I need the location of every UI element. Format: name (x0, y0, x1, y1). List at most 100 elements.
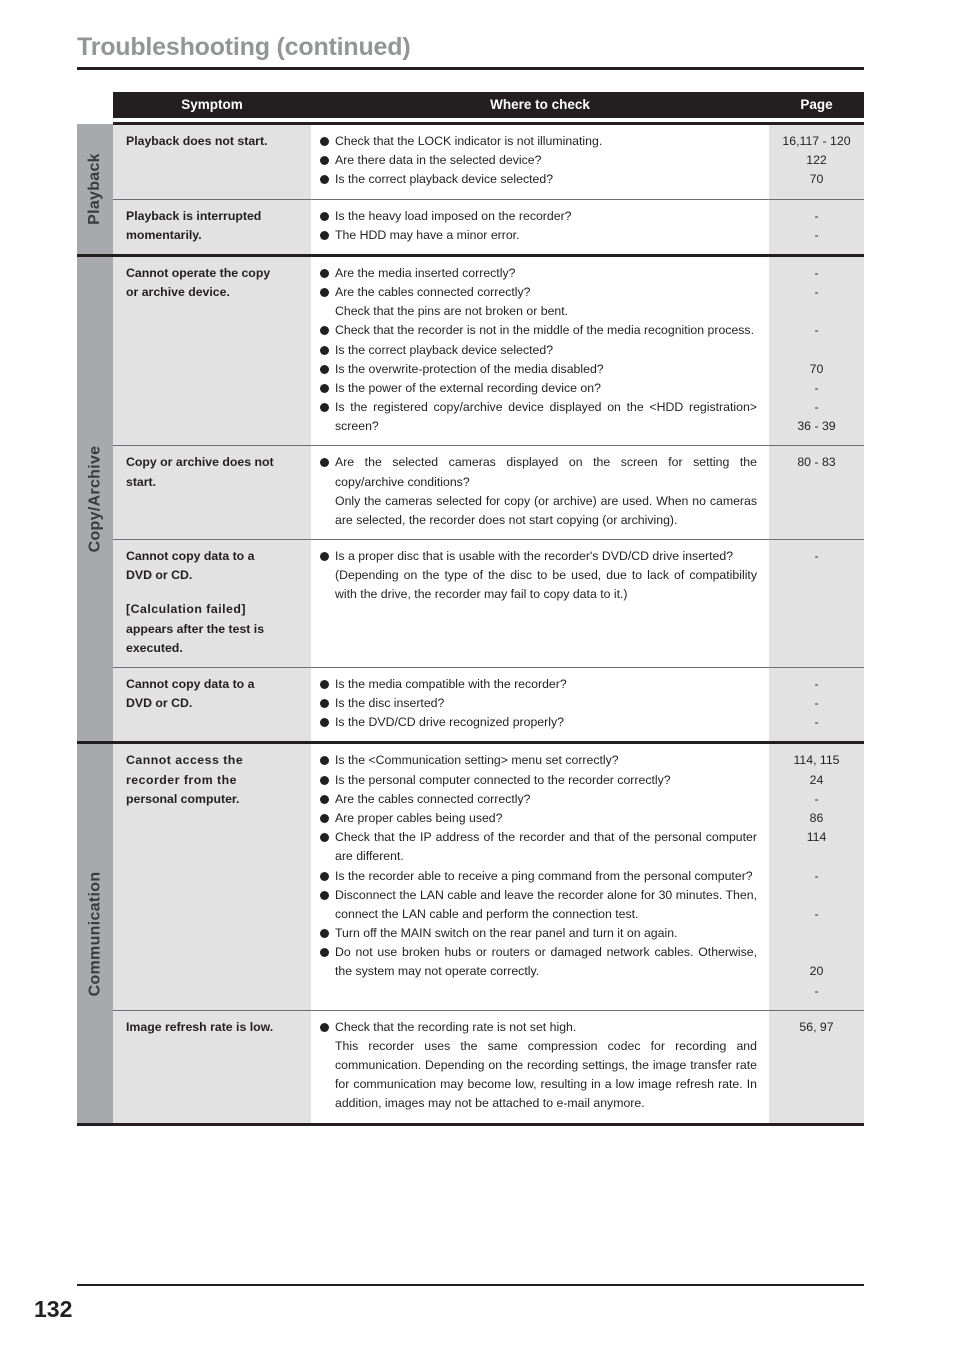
page-ref: - (814, 715, 819, 730)
check-text: Are there data in the selected device? (335, 153, 542, 168)
symptom-line: executed. (126, 640, 183, 655)
table-row: Copy or archive does not start. Are the … (77, 445, 864, 540)
section-label-text: Communication (86, 871, 104, 996)
page-ref: 20 (809, 964, 824, 979)
where-to-check-cell: Is the <Communication setting> menu set … (311, 741, 769, 1011)
check-text: Check that the IP address of the recorde… (335, 830, 757, 864)
page-ref: 24 (809, 772, 824, 787)
symptom-line: [Calculation failed] (126, 602, 246, 617)
where-to-check-cell: Check that the LOCK indicator is not ill… (311, 122, 769, 200)
table-row: Playback Playback does not start. Check … (77, 122, 864, 256)
where-to-check-cell: Is the heavy load imposed on the recorde… (311, 198, 769, 256)
bullet-icon (320, 403, 329, 413)
check-subtext: Check that the pins are not broken or be… (335, 304, 569, 319)
list-item: Are proper cables being used? (320, 809, 757, 828)
page-ref: 114, 115 (793, 753, 840, 768)
page-ref: - (814, 983, 819, 998)
page-ref-cell: 56, 97 (769, 1009, 864, 1125)
list-item: Check that the IP address of the recorde… (320, 828, 757, 866)
check-list: Is the heavy load imposed on the recorde… (320, 207, 757, 245)
check-subtext: This recorder uses the same compression … (335, 1038, 757, 1111)
section-label-communication: Communication (77, 741, 113, 1125)
check-text: Is the DVD/CD drive recognized properly? (335, 715, 564, 730)
check-text: Are the cables connected correctly? (335, 285, 531, 300)
bullet-icon (320, 699, 329, 709)
symptom-line: or archive device. (126, 285, 230, 300)
list-item: Is the <Communication setting> menu set … (320, 751, 757, 770)
symptom-line: momentarily. (126, 227, 202, 242)
page-ref-cell: 114, 115 24 - 86 114 - - - - - - 20 - (769, 741, 864, 1011)
column-header-symptom: Symptom (113, 92, 311, 118)
column-header-page: Page (769, 92, 864, 118)
table-row: Playback is interrupted momentarily. Is … (77, 198, 864, 256)
symptom-line: Playback does not start. (126, 134, 268, 148)
bullet-icon (320, 718, 329, 728)
gap-cell (311, 1122, 769, 1128)
symptom-line: recorder from the (126, 772, 238, 787)
check-text: Is the recorder able to receive a ping c… (335, 868, 753, 883)
check-text: Are the cables connected correctly? (335, 791, 531, 806)
list-item: Is the disc inserted? (320, 694, 757, 713)
check-list: Check that the LOCK indicator is not ill… (320, 132, 757, 190)
page-title: Troubleshooting (continued) (77, 33, 411, 61)
page-ref: - (814, 549, 819, 564)
bullet-icon (320, 156, 329, 166)
page-ref: - (814, 227, 819, 242)
check-text: Turn off the MAIN switch on the rear pan… (335, 926, 678, 941)
page-ref: 80 - 83 (797, 455, 836, 470)
table-row: Communication Cannot access the recorder… (77, 741, 864, 1125)
where-to-check-cell: Is a proper disc that is usable with the… (311, 539, 769, 668)
check-list: Are the media inserted correctly? Are th… (320, 264, 757, 437)
symptom-cell: Playback does not start. (113, 122, 311, 200)
list-item: Is the personal computer connected to th… (320, 771, 757, 790)
check-text: Is the <Communication setting> menu set … (335, 753, 619, 768)
bullet-icon (320, 679, 329, 689)
check-text: Are the selected cameras displayed on th… (335, 455, 757, 489)
page-ref: 56, 97 (799, 1019, 834, 1034)
list-item: Disconnect the LAN cable and leave the r… (320, 886, 757, 924)
symptom-line: Cannot operate the copy (126, 265, 271, 280)
bullet-icon (320, 756, 329, 766)
symptom-line: appears after the test is (126, 621, 265, 636)
document-page: Troubleshooting (continued) Symptom Wher… (0, 0, 954, 1351)
bullet-icon (320, 871, 329, 881)
table-row: Copy/Archive Cannot operate the copy or … (77, 253, 864, 743)
list-item: Are the cables connected correctly? Check… (320, 283, 757, 321)
check-text: Are proper cables being used? (335, 810, 503, 825)
bullet-icon (320, 948, 329, 958)
list-item: Do not use broken hubs or routers or dam… (320, 943, 757, 981)
page-ref-cell: - (769, 539, 864, 668)
check-text: Check that the recorder is not in the mi… (335, 323, 755, 338)
bullet-icon (320, 552, 329, 562)
page-ref-cell: - - - (769, 666, 864, 743)
symptom-line: DVD or CD. (126, 696, 193, 711)
list-item: Is the correct playback device selected? (320, 341, 757, 360)
check-text: Is a proper disc that is usable with the… (335, 549, 734, 564)
where-to-check-cell: Are the media inserted correctly? Are th… (311, 253, 769, 446)
bullet-icon (320, 458, 329, 468)
check-text: Is the media compatible with the recorde… (335, 676, 567, 691)
list-item: Is a proper disc that is usable with the… (320, 547, 757, 605)
list-item: The HDD may have a minor error. (320, 226, 757, 245)
check-text: Is the registered copy/archive device di… (335, 400, 757, 434)
page-ref: 86 (809, 810, 824, 825)
gap-cell (113, 1122, 311, 1128)
page-ref: - (814, 265, 819, 280)
section-label-copy-archive: Copy/Archive (77, 253, 113, 743)
bullet-icon (320, 383, 329, 393)
page-ref: 70 (809, 172, 824, 187)
check-text: Is the overwrite-protection of the media… (335, 361, 604, 376)
list-item: Are there data in the selected device? (320, 151, 757, 170)
page-ref: - (814, 380, 819, 395)
section-label-playback: Playback (77, 123, 113, 256)
symptom-line: Image refresh rate is low. (126, 1019, 274, 1034)
symptom-cell: Cannot copy data to a DVD or CD. (113, 666, 311, 743)
bullet-icon (320, 833, 329, 843)
check-text: Is the power of the external recording d… (335, 380, 601, 395)
symptom-cell: Image refresh rate is low. (113, 1009, 311, 1125)
bullet-icon (320, 211, 329, 221)
page-ref: 122 (806, 153, 827, 168)
check-list: Check that the recording rate is not set… (320, 1018, 757, 1114)
list-item: Turn off the MAIN switch on the rear pan… (320, 924, 757, 943)
bullet-icon (320, 813, 329, 823)
